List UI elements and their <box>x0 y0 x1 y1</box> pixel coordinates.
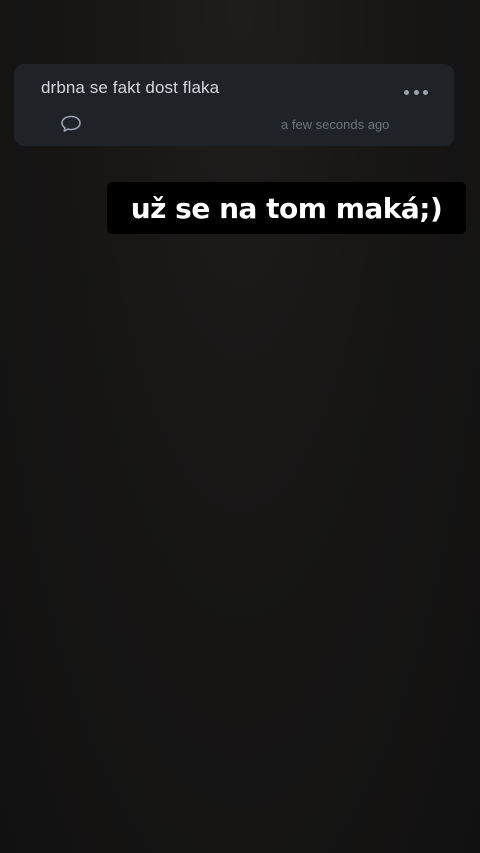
story-text-sticker: už se na tom maká;) <box>107 182 466 234</box>
comment-bubble-icon <box>61 115 81 132</box>
post-timestamp: a few seconds ago <box>281 117 390 132</box>
more-options-button[interactable] <box>404 86 428 98</box>
post-text: drbna se fakt dost flaka <box>41 78 220 97</box>
story-text: už se na tom maká;) <box>130 191 443 225</box>
comment-button[interactable] <box>60 114 82 134</box>
more-horizontal-icon-dot <box>413 89 419 95</box>
more-horizontal-icon-dot <box>423 89 428 95</box>
post-card: drbna se fakt dost flaka a few seconds a… <box>14 64 454 146</box>
more-horizontal-icon <box>404 89 409 95</box>
